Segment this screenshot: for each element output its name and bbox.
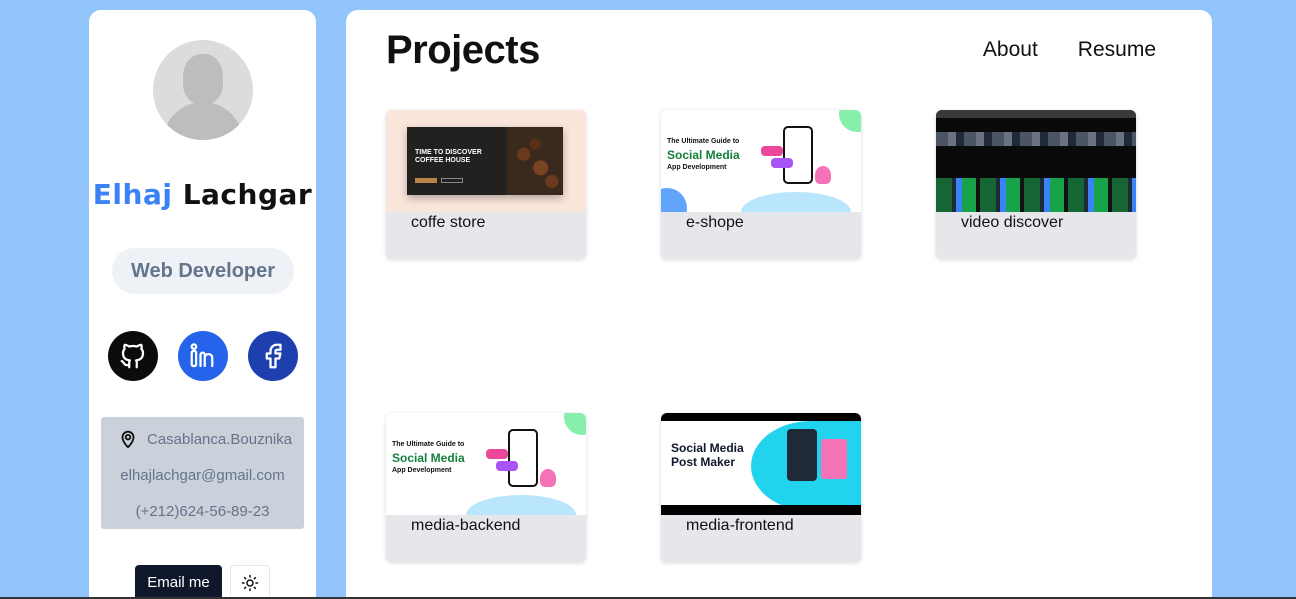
project-card-media-backend[interactable]: The Ultimate Guide to Social Media App D…: [386, 413, 586, 562]
location-row: Casablanca.Bouznika: [117, 427, 292, 451]
facebook-icon: [265, 343, 282, 369]
thumb-text: The Ultimate Guide to: [392, 441, 465, 448]
project-thumbnail: The Ultimate Guide to Social Media App D…: [386, 413, 586, 515]
thumb-text: COFFEE HOUSE: [415, 157, 471, 164]
project-card-video-discover[interactable]: video discover: [936, 110, 1136, 259]
project-thumbnail: Social Media Post Maker: [661, 413, 861, 515]
project-thumbnail: [936, 110, 1136, 212]
location-text: Casablanca.Bouznika: [147, 430, 293, 448]
linkedin-link[interactable]: [178, 331, 228, 381]
first-name: Elhaj: [92, 178, 173, 211]
project-label: coffe store: [411, 214, 486, 231]
sun-icon: [241, 574, 259, 592]
map-pin-icon: [121, 430, 135, 449]
thumb-text: App Development: [392, 467, 452, 474]
projects-panel: Projects About Resume TIME TO DISCOVER CO…: [346, 10, 1212, 599]
project-label: video discover: [961, 214, 1064, 231]
page-title: Projects: [386, 28, 540, 72]
project-card-coffe-store[interactable]: TIME TO DISCOVER COFFEE HOUSE coffe store: [386, 110, 586, 259]
nav-resume[interactable]: Resume: [1078, 38, 1156, 62]
thumb-text: The Ultimate Guide to: [667, 138, 740, 145]
project-card-e-shope[interactable]: The Ultimate Guide to Social Media App D…: [661, 110, 861, 259]
thumb-text: Social Media: [392, 451, 465, 465]
github-link[interactable]: [108, 331, 158, 381]
github-icon: [120, 343, 145, 369]
profile-sidebar: Elhaj Lachgar Web Developer Casablanca.B…: [89, 10, 316, 599]
top-nav: About Resume: [983, 38, 1156, 62]
facebook-link[interactable]: [248, 331, 298, 381]
phone-text: (+212)624-56-89-23: [135, 503, 270, 520]
avatar: [153, 40, 253, 140]
email-text: elhajlachgar@gmail.com: [120, 467, 285, 484]
theme-toggle-button[interactable]: [230, 565, 270, 599]
thumb-text: Post Maker: [671, 455, 736, 469]
project-label: media-frontend: [686, 517, 794, 534]
nav-about[interactable]: About: [983, 38, 1038, 62]
thumb-text: Social Media: [671, 441, 744, 455]
role-badge: Web Developer: [112, 248, 294, 294]
project-thumbnail: TIME TO DISCOVER COFFEE HOUSE: [386, 110, 586, 212]
last-name: Lachgar: [182, 178, 313, 211]
linkedin-icon: [190, 343, 214, 368]
thumb-text: Social Media: [667, 148, 740, 162]
thumb-text: App Development: [667, 164, 727, 171]
project-card-media-frontend[interactable]: Social Media Post Maker media-frontend: [661, 413, 861, 562]
email-button[interactable]: Email me: [135, 565, 222, 599]
contact-card: Casablanca.Bouznika elhajlachgar@gmail.c…: [101, 417, 304, 529]
project-label: e-shope: [686, 214, 744, 231]
project-label: media-backend: [411, 517, 521, 534]
thumb-text: TIME TO DISCOVER: [415, 149, 482, 156]
profile-name: Elhaj Lachgar: [89, 178, 316, 211]
project-thumbnail: The Ultimate Guide to Social Media App D…: [661, 110, 861, 212]
